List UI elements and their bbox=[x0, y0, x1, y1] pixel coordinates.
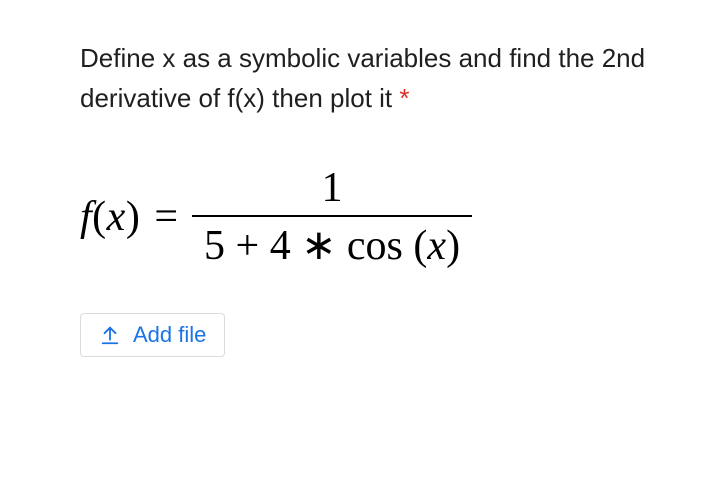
formula-fraction: 1 5 + 4 ∗ cos (x) bbox=[192, 163, 472, 272]
formula-denominator: 5 + 4 ∗ cos (x) bbox=[192, 215, 472, 271]
add-file-label: Add file bbox=[133, 322, 206, 348]
upload-icon bbox=[99, 324, 121, 346]
formula-lhs: f(x) bbox=[80, 193, 140, 241]
formula-equals: = bbox=[154, 193, 178, 241]
add-file-button[interactable]: Add file bbox=[80, 313, 225, 357]
required-mark: * bbox=[399, 83, 409, 113]
question-text: Define x as a symbolic variables and fin… bbox=[80, 38, 660, 119]
formula-numerator: 1 bbox=[310, 163, 355, 215]
question-body: Define x as a symbolic variables and fin… bbox=[80, 43, 645, 113]
formula: f(x) = 1 5 + 4 ∗ cos (x) bbox=[80, 163, 660, 272]
